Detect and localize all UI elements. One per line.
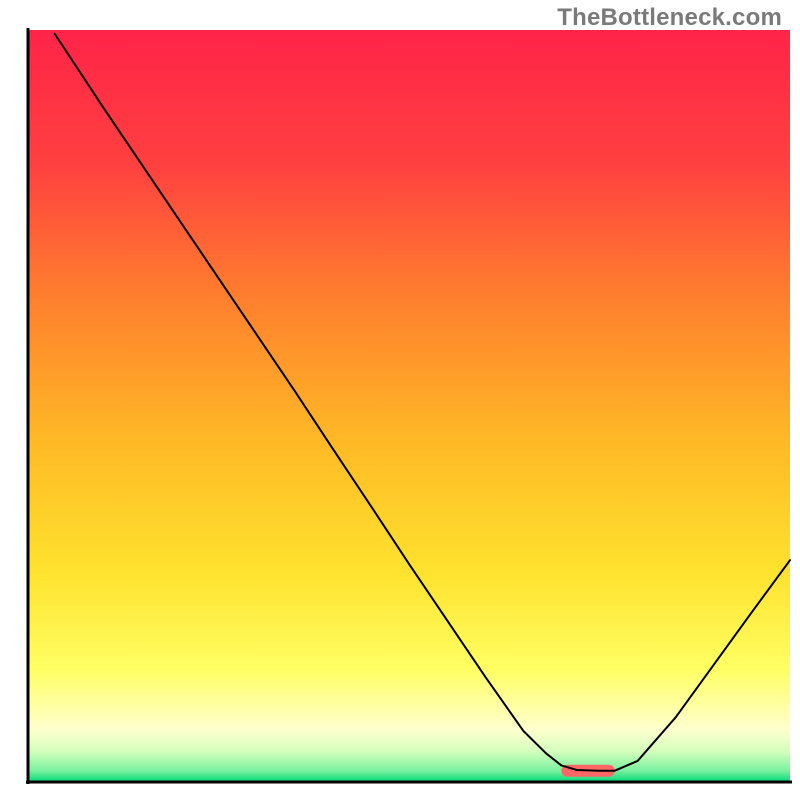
plot-background xyxy=(28,30,790,782)
chart-container: TheBottleneck.com xyxy=(0,0,800,800)
bottleneck-chart xyxy=(0,0,800,800)
watermark-label: TheBottleneck.com xyxy=(557,4,782,32)
